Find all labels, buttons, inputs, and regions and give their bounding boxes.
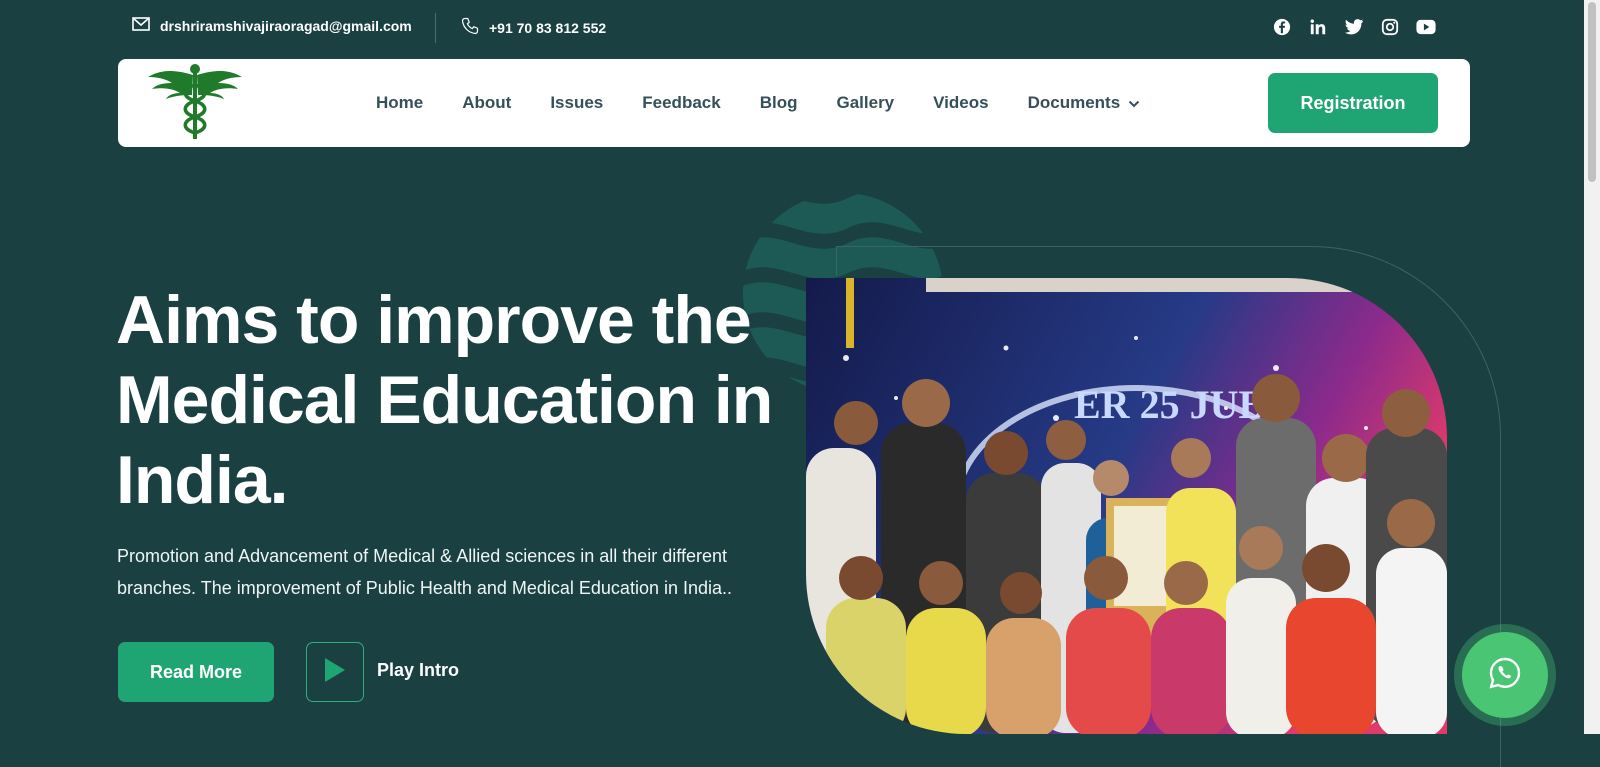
linkedin-icon[interactable] xyxy=(1308,17,1328,37)
instagram-icon[interactable] xyxy=(1380,17,1400,37)
nav-documents-label: Documents xyxy=(1027,93,1121,112)
phone-icon xyxy=(461,17,479,38)
registration-button[interactable]: Registration xyxy=(1268,73,1438,133)
page-scrollbar[interactable] xyxy=(1584,0,1600,734)
decorative-line xyxy=(836,246,837,276)
nav-blog[interactable]: Blog xyxy=(760,93,798,113)
chevron-down-icon xyxy=(1128,93,1140,113)
play-icon xyxy=(324,657,346,688)
top-bar: drshriramshivajiraoragad@gmail.com +91 7… xyxy=(0,0,1600,56)
whatsapp-icon xyxy=(1488,656,1522,695)
hero-title: Aims to improve the Medical Education in… xyxy=(116,282,773,518)
banner-text: ER 25 JUBI xyxy=(1074,382,1281,427)
nav-gallery[interactable]: Gallery xyxy=(836,93,894,113)
mail-icon xyxy=(132,17,150,34)
nav-feedback[interactable]: Feedback xyxy=(642,93,720,113)
main-menu: Home About Issues Feedback Blog Gallery … xyxy=(376,59,1179,147)
youtube-icon[interactable] xyxy=(1416,17,1436,37)
read-more-button[interactable]: Read More xyxy=(118,642,274,702)
play-intro-button[interactable] xyxy=(306,642,364,702)
nav-videos[interactable]: Videos xyxy=(933,93,988,113)
nav-about[interactable]: About xyxy=(462,93,511,113)
facebook-icon[interactable] xyxy=(1272,17,1292,37)
nav-documents[interactable]: Documents xyxy=(1028,93,1141,113)
nav-home[interactable]: Home xyxy=(376,93,423,113)
nav-issues[interactable]: Issues xyxy=(550,93,603,113)
scrollbar-thumb[interactable] xyxy=(1588,2,1596,182)
whatsapp-button[interactable] xyxy=(1462,632,1548,718)
social-links xyxy=(1272,17,1436,37)
play-intro-label[interactable]: Play Intro xyxy=(377,660,459,681)
navigation-bar: Home About Issues Feedback Blog Gallery … xyxy=(118,59,1470,147)
hero-description: Promotion and Advancement of Medical & A… xyxy=(117,546,733,598)
hero-group-photo: ER 25 JUBI xyxy=(806,278,1447,734)
phone-contact[interactable]: +91 70 83 812 552 xyxy=(461,17,606,38)
email-contact[interactable]: drshriramshivajiraoragad@gmail.com xyxy=(132,17,412,34)
caduceus-logo-icon[interactable] xyxy=(146,63,244,141)
phone-text: +91 70 83 812 552 xyxy=(489,19,607,36)
email-text: drshriramshivajiraoragad@gmail.com xyxy=(160,17,412,34)
twitter-icon[interactable] xyxy=(1344,17,1364,37)
divider xyxy=(435,13,436,43)
